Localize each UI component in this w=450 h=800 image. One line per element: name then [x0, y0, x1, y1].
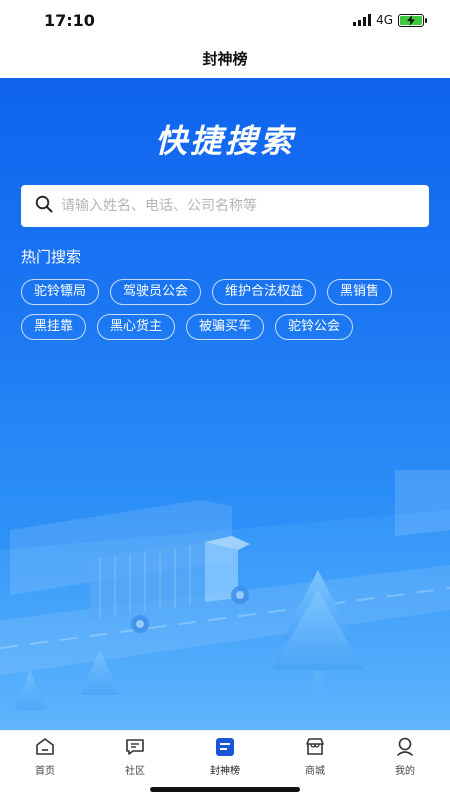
tab-label: 我的 — [395, 766, 415, 777]
profile-icon — [394, 736, 416, 758]
hot-tag[interactable]: 黑心货主 — [97, 314, 176, 340]
status-time: 17:10 — [44, 11, 95, 30]
hero-section: 快捷搜索 热门搜索 驼铃镖局 驾驶员公会 维护合法权益 黑销售 黑挂靠 黑心货主… — [0, 78, 450, 730]
tab-label: 首页 — [35, 766, 55, 777]
tab-label: 商城 — [305, 766, 325, 777]
status-bar: 17:10 4G — [0, 0, 450, 40]
shop-icon — [304, 736, 326, 758]
search-input[interactable] — [61, 198, 401, 214]
hot-tag[interactable]: 驼铃镖局 — [21, 279, 100, 305]
tab-home[interactable]: 首页 — [0, 731, 90, 777]
chat-icon — [124, 736, 146, 758]
page-title: 封神榜 — [202, 50, 248, 68]
hot-tag[interactable]: 黑销售 — [327, 279, 393, 305]
signal-icon — [353, 14, 372, 26]
tab-shop[interactable]: 商城 — [270, 731, 360, 777]
hot-tag[interactable]: 驼铃公会 — [275, 314, 354, 340]
tab-profile[interactable]: 我的 — [360, 731, 450, 777]
search-icon — [35, 195, 53, 217]
home-indicator — [150, 787, 300, 792]
tab-leaderboard[interactable]: 封神榜 — [180, 731, 270, 777]
status-indicators: 4G — [353, 13, 427, 27]
hot-search-tags: 驼铃镖局 驾驶员公会 维护合法权益 黑销售 黑挂靠 黑心货主 被骗买车 驼铃公会 — [21, 279, 431, 340]
hot-tag[interactable]: 维护合法权益 — [212, 279, 317, 305]
hero-title: 快捷搜索 — [154, 122, 295, 160]
hot-tag[interactable]: 黑挂靠 — [21, 314, 87, 340]
list-icon — [214, 736, 236, 758]
hot-tag[interactable]: 被骗买车 — [186, 314, 265, 340]
nav-bar: 封神榜 — [0, 40, 450, 78]
search-box[interactable] — [21, 185, 429, 227]
battery-icon — [398, 13, 427, 27]
hot-tag[interactable]: 驾驶员公会 — [110, 279, 202, 305]
home-icon — [34, 736, 56, 758]
tab-label: 封神榜 — [210, 766, 240, 777]
network-label: 4G — [376, 13, 393, 27]
trucks-illustration — [0, 470, 450, 730]
hot-search-title: 热门搜索 — [21, 248, 82, 266]
tab-label: 社区 — [125, 766, 145, 777]
tab-community[interactable]: 社区 — [90, 731, 180, 777]
tab-bar: 首页 社区 封神榜 商城 我的 — [0, 730, 450, 800]
